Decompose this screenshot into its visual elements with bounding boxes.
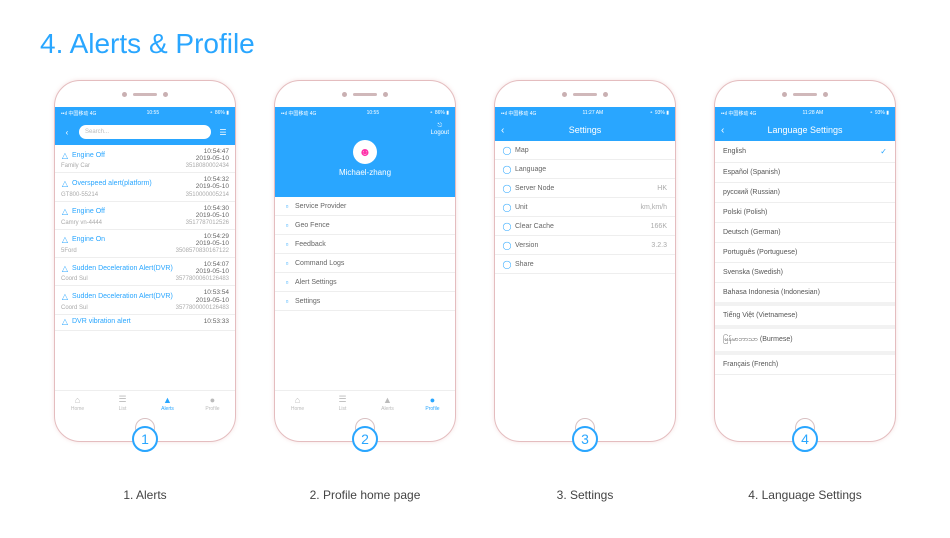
unit-icon: ◯ bbox=[503, 203, 511, 211]
username: Michael-zhang bbox=[339, 168, 391, 177]
phone-caption: 1. Alerts bbox=[123, 488, 166, 502]
alerts-search-bar: ‹ Search... ☰ bbox=[55, 119, 235, 145]
back-icon[interactable]: ‹ bbox=[721, 125, 724, 136]
warning-icon: △ bbox=[61, 264, 69, 272]
language-item[interactable]: English✓ bbox=[715, 141, 895, 163]
language-item[interactable]: русский (Russian) bbox=[715, 183, 895, 203]
alert-item[interactable]: △Engine Off10:54:302019-05-10Camry vn-44… bbox=[55, 202, 235, 230]
tab-home[interactable]: ⌂Home bbox=[275, 391, 320, 415]
settings-item[interactable]: ◯Unitkm,km/h bbox=[495, 198, 675, 217]
language-item[interactable]: မြန်မာဘာသာ (Burmese) bbox=[715, 329, 895, 355]
globe-icon: ◯ bbox=[503, 165, 511, 173]
warning-icon: △ bbox=[61, 208, 69, 216]
phone-number-badge: 3 bbox=[572, 426, 598, 452]
tab-profile[interactable]: ●Profile bbox=[410, 391, 455, 415]
profile-item[interactable]: ▫Feedback bbox=[275, 235, 455, 254]
language-item[interactable]: Svenska (Swedish) bbox=[715, 263, 895, 283]
language-item[interactable]: Polski (Polish) bbox=[715, 203, 895, 223]
phone-number-badge: 4 bbox=[792, 426, 818, 452]
check-icon: ✓ bbox=[880, 147, 887, 156]
phone-number-badge: 1 bbox=[132, 426, 158, 452]
profile-hero: ⎋Logout ☻ Michael-zhang bbox=[275, 119, 455, 197]
tab-list[interactable]: ☰List bbox=[100, 391, 145, 415]
alert-item[interactable]: △DVR vibration alert10:53:33 bbox=[55, 315, 235, 331]
log-icon: ▫ bbox=[283, 259, 291, 267]
warning-icon: △ bbox=[61, 318, 69, 326]
alert-item[interactable]: △Engine Off10:54:472019-05-10Family Car3… bbox=[55, 145, 235, 173]
language-header: ‹ Language Settings bbox=[715, 119, 895, 141]
warning-icon: △ bbox=[61, 293, 69, 301]
card-icon: ▫ bbox=[283, 202, 291, 210]
language-item[interactable]: Deutsch (German) bbox=[715, 223, 895, 243]
alert-item[interactable]: △Overspeed alert(platform)10:54:322019-0… bbox=[55, 173, 235, 201]
status-bar: ••ıl 中国移动 4G10:55⚬ 86% ▮ bbox=[55, 107, 235, 119]
settings-item[interactable]: ◯Share bbox=[495, 255, 675, 274]
settings-item[interactable]: ◯Version3.2.3 bbox=[495, 236, 675, 255]
phone-profile: ••ıl 中国移动 4G10:55⚬ 86% ▮ ⎋Logout ☻ Micha… bbox=[274, 80, 456, 442]
language-item[interactable]: Tiếng Việt (Vietnamese) bbox=[715, 306, 895, 329]
warning-icon: △ bbox=[61, 151, 69, 159]
server-icon: ◯ bbox=[503, 184, 511, 192]
tab-list[interactable]: ☰List bbox=[320, 391, 365, 415]
alert-item[interactable]: △Sudden Deceleration Alert(DVR)10:53:542… bbox=[55, 286, 235, 314]
tab-alerts[interactable]: ▲Alerts bbox=[365, 391, 410, 415]
profile-item[interactable]: ▫Alert Settings bbox=[275, 273, 455, 292]
fence-icon: ▫ bbox=[283, 221, 291, 229]
language-item[interactable]: Bahasa Indonesia (Indonesian) bbox=[715, 283, 895, 306]
warning-icon: △ bbox=[61, 236, 69, 244]
profile-item[interactable]: ▫Command Logs bbox=[275, 254, 455, 273]
profile-item[interactable]: ▫Service Provider bbox=[275, 197, 455, 216]
map-icon: ◯ bbox=[503, 146, 511, 154]
calendar-icon[interactable]: ☰ bbox=[217, 126, 229, 138]
phone-language: ••ıl 中国移动 4G11:28 AM⚬ 93% ▮ ‹ Language S… bbox=[714, 80, 896, 442]
tab-alerts[interactable]: ▲Alerts bbox=[145, 391, 190, 415]
phone-caption: 4. Language Settings bbox=[748, 488, 861, 502]
warning-icon: △ bbox=[61, 179, 69, 187]
phone-caption: 2. Profile home page bbox=[310, 488, 421, 502]
version-icon: ◯ bbox=[503, 241, 511, 249]
alert-item[interactable]: △Sudden Deceleration Alert(DVR)10:54:072… bbox=[55, 258, 235, 286]
gear-icon: ▫ bbox=[283, 297, 291, 305]
settings-item[interactable]: ◯Clear Cache166K bbox=[495, 217, 675, 236]
profile-item[interactable]: ▫Settings bbox=[275, 292, 455, 311]
alert-icon: ▫ bbox=[283, 278, 291, 286]
tab-bar: ⌂Home ☰List ▲Alerts ●Profile bbox=[55, 390, 235, 415]
share-icon: ◯ bbox=[503, 260, 511, 268]
avatar[interactable]: ☻ bbox=[353, 140, 377, 164]
logout-button[interactable]: ⎋Logout bbox=[431, 123, 449, 136]
language-item[interactable]: Português (Portuguese) bbox=[715, 243, 895, 263]
back-icon[interactable]: ‹ bbox=[61, 126, 73, 138]
settings-item[interactable]: ◯Language bbox=[495, 160, 675, 179]
tab-home[interactable]: ⌂Home bbox=[55, 391, 100, 415]
phone-number-badge: 2 bbox=[352, 426, 378, 452]
feedback-icon: ▫ bbox=[283, 240, 291, 248]
settings-header: ‹ Settings bbox=[495, 119, 675, 141]
language-item[interactable]: Français (French) bbox=[715, 355, 895, 375]
cache-icon: ◯ bbox=[503, 222, 511, 230]
profile-item[interactable]: ▫Geo Fence bbox=[275, 216, 455, 235]
phone-caption: 3. Settings bbox=[557, 488, 614, 502]
back-icon[interactable]: ‹ bbox=[501, 125, 504, 136]
search-input[interactable]: Search... bbox=[79, 125, 211, 139]
settings-item[interactable]: ◯Server NodeHK bbox=[495, 179, 675, 198]
phone-settings: ••ıl 中国移动 4G11:27 AM⚬ 93% ▮ ‹ Settings ◯… bbox=[494, 80, 676, 442]
phone-alerts: ••ıl 中国移动 4G10:55⚬ 86% ▮ ‹ Search... ☰ △… bbox=[54, 80, 236, 442]
page-title: 4. Alerts & Profile bbox=[40, 28, 910, 60]
language-item[interactable]: Español (Spanish) bbox=[715, 163, 895, 183]
settings-item[interactable]: ◯Map bbox=[495, 141, 675, 160]
alert-item[interactable]: △Engine On10:54:292019-05-105Ford3508570… bbox=[55, 230, 235, 258]
tab-profile[interactable]: ●Profile bbox=[190, 391, 235, 415]
